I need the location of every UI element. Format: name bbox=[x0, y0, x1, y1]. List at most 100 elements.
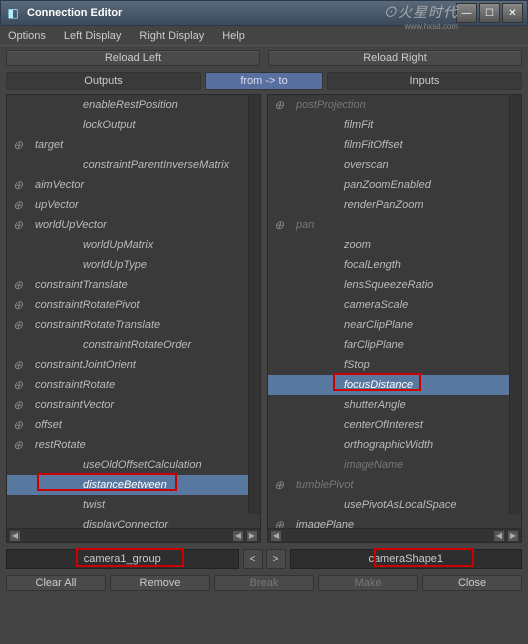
attr-label: orthographicWidth bbox=[290, 439, 433, 451]
node-next-button[interactable]: > bbox=[266, 549, 286, 569]
vertical-scrollbar[interactable] bbox=[509, 95, 521, 514]
attr-label: farClipPlane bbox=[290, 339, 404, 351]
attr-row[interactable]: renderPanZoom bbox=[268, 195, 521, 215]
outputs-list[interactable]: enableRestPositionlockOutput⊕targetconst… bbox=[7, 95, 260, 528]
make-button[interactable]: Make bbox=[318, 575, 418, 591]
attr-row[interactable]: filmFit bbox=[268, 115, 521, 135]
expand-icon[interactable]: ⊕ bbox=[268, 478, 290, 492]
close-button[interactable]: ✕ bbox=[502, 3, 523, 23]
attr-label: constraintTranslate bbox=[29, 279, 128, 291]
reload-right-button[interactable]: Reload Right bbox=[268, 50, 522, 66]
attr-row[interactable]: ⊕offset bbox=[7, 415, 260, 435]
attr-label: filmFitOffset bbox=[290, 139, 403, 151]
scroll-left-icon[interactable]: ◀ bbox=[270, 530, 282, 542]
expand-icon[interactable]: ⊕ bbox=[7, 438, 29, 452]
horizontal-scrollbar[interactable]: ◀ ◀ ▶ bbox=[7, 528, 260, 542]
vertical-scrollbar[interactable] bbox=[248, 95, 260, 514]
menu-options[interactable]: Options bbox=[8, 30, 46, 42]
attr-row[interactable]: enableRestPosition bbox=[7, 95, 260, 115]
minimize-button[interactable]: — bbox=[456, 3, 477, 23]
attr-row[interactable]: filmFitOffset bbox=[268, 135, 521, 155]
inputs-header[interactable]: Inputs bbox=[327, 72, 522, 90]
attr-row[interactable]: ⊕aimVector bbox=[7, 175, 260, 195]
attr-row[interactable]: ⊕upVector bbox=[7, 195, 260, 215]
attr-row[interactable]: usePivotAsLocalSpace bbox=[268, 495, 521, 515]
scroll-left-icon[interactable]: ◀ bbox=[9, 530, 21, 542]
expand-icon[interactable]: ⊕ bbox=[7, 398, 29, 412]
attr-row[interactable]: ⊕constraintRotate bbox=[7, 375, 260, 395]
node-prev-button[interactable]: < bbox=[243, 549, 263, 569]
expand-icon[interactable]: ⊕ bbox=[7, 418, 29, 432]
expand-icon[interactable]: ⊕ bbox=[7, 218, 29, 232]
expand-icon[interactable]: ⊕ bbox=[7, 358, 29, 372]
clear-all-button[interactable]: Clear All bbox=[6, 575, 106, 591]
scroll-right-icon[interactable]: ▶ bbox=[507, 530, 519, 542]
attr-row[interactable]: ⊕constraintRotatePivot bbox=[7, 295, 260, 315]
horizontal-scrollbar[interactable]: ◀ ◀ ▶ bbox=[268, 528, 521, 542]
attr-row[interactable]: distanceBetween bbox=[7, 475, 260, 495]
attr-row[interactable]: ⊕imagePlane bbox=[268, 515, 521, 528]
maximize-button[interactable]: ☐ bbox=[479, 3, 500, 23]
expand-icon[interactable]: ⊕ bbox=[7, 198, 29, 212]
direction-header[interactable]: from -> to bbox=[205, 72, 323, 90]
attr-row[interactable]: panZoomEnabled bbox=[268, 175, 521, 195]
expand-icon[interactable]: ⊕ bbox=[7, 298, 29, 312]
remove-button[interactable]: Remove bbox=[110, 575, 210, 591]
attr-row[interactable]: lockOutput bbox=[7, 115, 260, 135]
attr-row[interactable]: constraintRotateOrder bbox=[7, 335, 260, 355]
attr-row[interactable]: ⊕constraintVector bbox=[7, 395, 260, 415]
attr-row[interactable]: zoom bbox=[268, 235, 521, 255]
attr-row[interactable]: ⊕constraintTranslate bbox=[7, 275, 260, 295]
attr-row[interactable]: ⊕constraintJointOrient bbox=[7, 355, 260, 375]
attr-row[interactable]: centerOfInterest bbox=[268, 415, 521, 435]
attr-row[interactable]: useOldOffsetCalculation bbox=[7, 455, 260, 475]
attr-row[interactable]: shutterAngle bbox=[268, 395, 521, 415]
attr-row[interactable]: twist bbox=[7, 495, 260, 515]
menu-left-display[interactable]: Left Display bbox=[64, 30, 121, 42]
close-window-button[interactable]: Close bbox=[422, 575, 522, 591]
attr-row[interactable]: ⊕tumblePivot bbox=[268, 475, 521, 495]
attr-row[interactable]: focusDistance bbox=[268, 375, 521, 395]
attr-row[interactable]: imageName bbox=[268, 455, 521, 475]
outputs-header[interactable]: Outputs bbox=[6, 72, 201, 90]
expand-icon[interactable]: ⊕ bbox=[7, 378, 29, 392]
menu-right-display[interactable]: Right Display bbox=[139, 30, 204, 42]
scroll-left-end-icon[interactable]: ◀ bbox=[232, 530, 244, 542]
attr-row[interactable]: worldUpMatrix bbox=[7, 235, 260, 255]
reload-left-button[interactable]: Reload Left bbox=[6, 50, 260, 66]
attr-row[interactable]: orthographicWidth bbox=[268, 435, 521, 455]
attr-row[interactable]: overscan bbox=[268, 155, 521, 175]
attr-row[interactable]: ⊕constraintRotateTranslate bbox=[7, 315, 260, 335]
attr-row[interactable]: focalLength bbox=[268, 255, 521, 275]
attr-row[interactable]: worldUpType bbox=[7, 255, 260, 275]
attr-row[interactable]: ⊕target bbox=[7, 135, 260, 155]
expand-icon[interactable]: ⊕ bbox=[7, 318, 29, 332]
node-nav: < > bbox=[243, 549, 286, 569]
menubar: Options Left Display Right Display Help bbox=[0, 26, 528, 46]
attr-row[interactable]: constraintParentInverseMatrix bbox=[7, 155, 260, 175]
expand-icon[interactable]: ⊕ bbox=[268, 518, 290, 528]
attr-row[interactable]: displayConnector bbox=[7, 515, 260, 528]
attr-row[interactable]: fStop bbox=[268, 355, 521, 375]
attr-row[interactable]: ⊕postProjection bbox=[268, 95, 521, 115]
expand-icon[interactable]: ⊕ bbox=[7, 278, 29, 292]
expand-icon[interactable]: ⊕ bbox=[268, 218, 290, 232]
menu-help[interactable]: Help bbox=[222, 30, 245, 42]
expand-icon[interactable]: ⊕ bbox=[7, 138, 29, 152]
left-node-field[interactable]: camera1_group bbox=[6, 549, 239, 569]
scroll-left-end-icon[interactable]: ◀ bbox=[493, 530, 505, 542]
expand-icon[interactable]: ⊕ bbox=[268, 98, 290, 112]
attr-row[interactable]: farClipPlane bbox=[268, 335, 521, 355]
break-button[interactable]: Break bbox=[214, 575, 314, 591]
header-row: Outputs from -> to Inputs bbox=[0, 70, 528, 92]
right-node-field[interactable]: cameraShape1 bbox=[290, 549, 523, 569]
attr-row[interactable]: ⊕restRotate bbox=[7, 435, 260, 455]
attr-row[interactable]: nearClipPlane bbox=[268, 315, 521, 335]
inputs-list[interactable]: ⊕postProjectionfilmFit filmFitOffset overs… bbox=[268, 95, 521, 528]
expand-icon[interactable]: ⊕ bbox=[7, 178, 29, 192]
attr-row[interactable]: ⊕pan bbox=[268, 215, 521, 235]
attr-row[interactable]: cameraScale bbox=[268, 295, 521, 315]
scroll-right-icon[interactable]: ▶ bbox=[246, 530, 258, 542]
attr-row[interactable]: lensSqueezeRatio bbox=[268, 275, 521, 295]
attr-row[interactable]: ⊕worldUpVector bbox=[7, 215, 260, 235]
